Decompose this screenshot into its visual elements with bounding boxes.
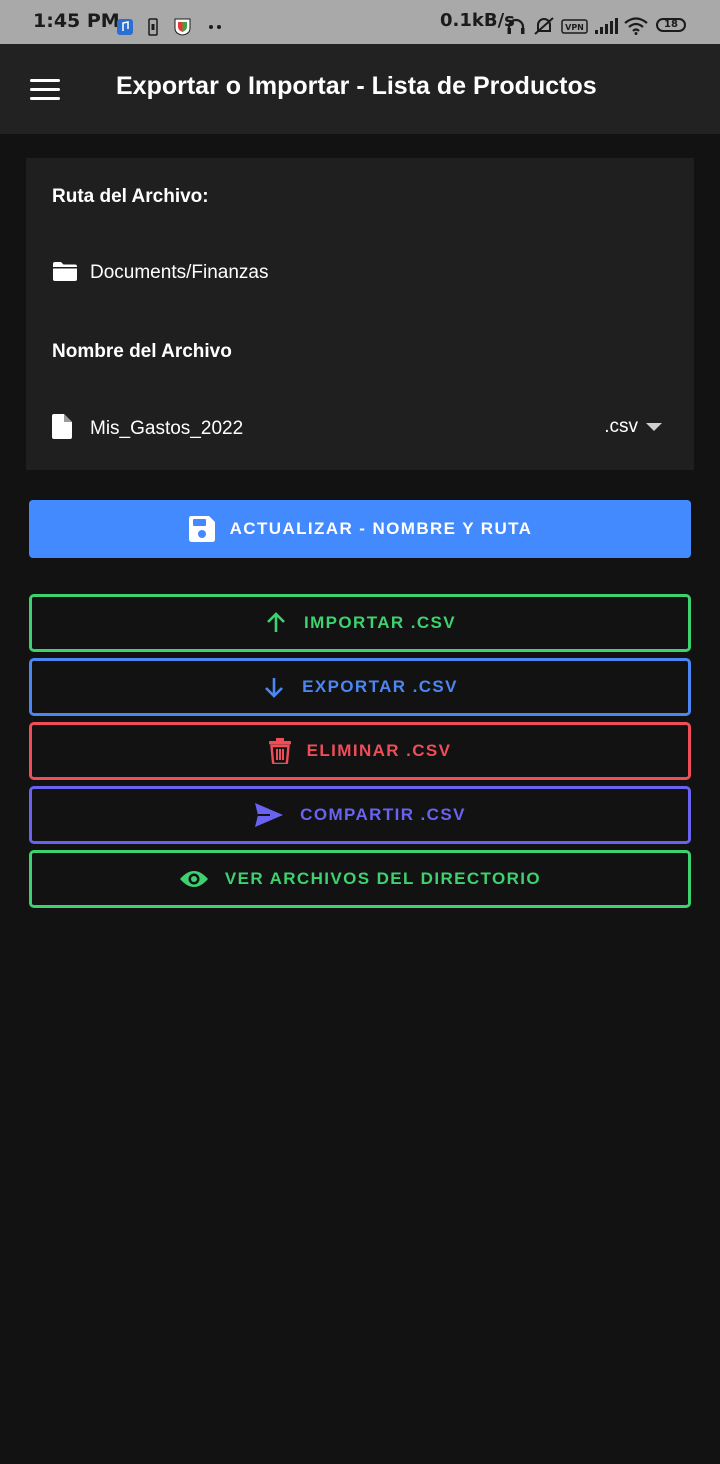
folder-icon [53,262,77,281]
network-speed: 0.1kB/s [440,10,515,31]
page-title: Exportar o Importar - Lista de Productos [116,72,597,100]
battery-icon: 18 [656,18,686,32]
menu-icon[interactable] [30,79,60,101]
trash-icon [268,738,291,764]
delete-button-label: ELIMINAR .CSV [306,741,452,760]
status-time: 1:45 PM [33,10,120,32]
status-bar: 1:45 PM 0.1kB/s VPN 18 [0,0,720,44]
extension-value: .csv [604,416,638,437]
file-settings-card: Ruta del Archivo: Documents/Finanzas Nom… [26,158,694,470]
delete-csv-button[interactable]: ELIMINAR .CSV [29,722,691,780]
more-dots-icon [209,25,221,29]
send-icon [255,803,284,827]
eye-icon [179,871,208,887]
share-csv-button[interactable]: COMPARTIR .CSV [29,786,691,844]
arrow-down-icon [265,678,284,698]
chevron-down-icon [646,423,662,431]
export-button-label: EXPORTAR .CSV [302,677,458,696]
file-icon [52,414,72,439]
export-csv-button[interactable]: EXPORTAR .CSV [29,658,691,716]
share-button-label: COMPARTIR .CSV [300,805,466,824]
import-csv-button[interactable]: IMPORTAR .CSV [29,594,691,652]
view-button-label: VER ARCHIVOS DEL DIRECTORIO [224,869,542,888]
save-icon [188,516,215,542]
svg-text:VPN: VPN [565,23,584,32]
path-value[interactable]: Documents/Finanzas [90,262,268,284]
music-app-icon [117,19,133,35]
import-button-label: IMPORTAR .CSV [303,613,456,632]
vpn-icon: VPN [561,19,588,34]
filename-label: Nombre del Archivo [52,341,232,362]
path-label: Ruta del Archivo: [52,186,209,207]
shield-app-icon [174,18,191,36]
headphones-icon [507,18,525,34]
arrow-up-icon [267,612,285,632]
usb-icon [148,18,158,36]
app-bar: Exportar o Importar - Lista de Productos [0,44,720,134]
signal-icon [595,18,618,34]
view-directory-files-button[interactable]: VER ARCHIVOS DEL DIRECTORIO [29,850,691,908]
mute-icon [534,17,554,35]
filename-input[interactable]: Mis_Gastos_2022 [90,418,243,440]
update-name-path-button[interactable]: ACTUALIZAR - NOMBRE Y RUTA [29,500,691,558]
extension-dropdown[interactable]: .csv [604,416,662,438]
update-button-label: ACTUALIZAR - NOMBRE Y RUTA [229,519,533,538]
wifi-icon [624,17,648,35]
